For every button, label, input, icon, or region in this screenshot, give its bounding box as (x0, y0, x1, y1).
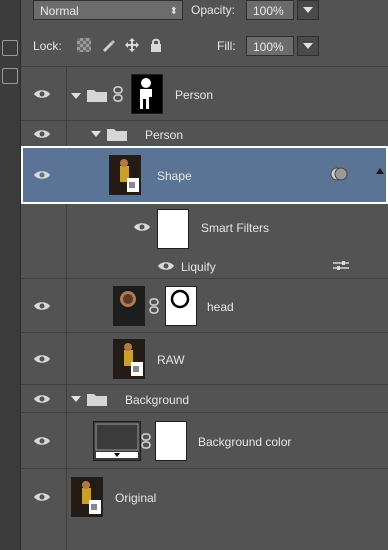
mask-link-icon[interactable] (113, 86, 123, 102)
fill-input[interactable]: 100% (246, 36, 294, 56)
photo-thumbnail-icon (72, 478, 102, 516)
eye-icon[interactable] (33, 353, 51, 365)
expand-arrow-icon[interactable] (71, 93, 81, 99)
lock-image-pixels-icon[interactable] (101, 38, 115, 52)
mask-shape-icon (170, 289, 190, 309)
layer-row-person-group-with-mask[interactable]: Person (21, 66, 388, 120)
layer-name: RAW (157, 353, 185, 367)
vector-mask-thumbnail[interactable] (131, 74, 163, 114)
layer-name: Original (115, 491, 157, 505)
eye-icon[interactable] (33, 491, 51, 503)
layer-row-background-color[interactable]: Background color (21, 412, 388, 468)
layer-thumbnail[interactable] (113, 286, 145, 326)
opacity-input[interactable]: 100% (246, 0, 294, 20)
opacity-label: Opacity: (191, 3, 236, 17)
lock-label: Lock: (33, 39, 62, 53)
layer-row-raw[interactable]: RAW (21, 332, 388, 384)
fill-layer-thumbnail[interactable] (93, 421, 141, 461)
mask-link-icon[interactable] (149, 298, 159, 314)
lock-all-icon[interactable] (149, 38, 163, 52)
chevron-down-icon (303, 7, 313, 13)
folder-icon (107, 129, 127, 141)
eye-icon[interactable] (33, 128, 51, 140)
eye-icon[interactable] (33, 393, 51, 405)
blend-mode-value: Normal (40, 4, 79, 18)
chevron-down-icon (303, 43, 313, 49)
layer-name: Shape (157, 169, 192, 183)
blend-options-icon[interactable] (330, 167, 348, 181)
smart-filter-mask-thumbnail[interactable] (157, 209, 189, 249)
photo-thumbnail-icon (110, 156, 140, 194)
layers-panel: Normal ⬍ Opacity: 100% Lock: Fill: 100% … (21, 0, 388, 550)
layer-row-person-group[interactable]: Person (21, 120, 388, 146)
lock-position-icon[interactable] (125, 38, 139, 52)
layer-name: Person (175, 88, 214, 102)
blend-opacity-row: Normal ⬍ Opacity: 100% (21, 0, 388, 30)
smart-object-thumbnail[interactable] (109, 155, 141, 195)
layer-name: Background (125, 393, 190, 407)
blend-mode-select[interactable]: Normal ⬍ (33, 0, 183, 20)
layer-name: Background color (198, 435, 292, 449)
tool-icon[interactable] (2, 68, 18, 84)
expand-arrow-icon[interactable] (71, 396, 81, 402)
head-thumbnail-icon (120, 291, 136, 307)
eye-icon[interactable] (33, 435, 51, 447)
layer-mask-thumbnail[interactable] (165, 286, 197, 326)
eye-icon[interactable] (133, 221, 151, 233)
opacity-dropdown-button[interactable] (297, 0, 319, 20)
photoshop-layers-screenshot: Normal ⬍ Opacity: 100% Lock: Fill: 100% … (0, 0, 388, 550)
mask-link-icon[interactable] (141, 433, 151, 449)
eye-icon[interactable] (33, 88, 51, 100)
layer-row-shape-selected[interactable]: Shape (21, 146, 388, 204)
scroll-up-icon[interactable] (376, 168, 384, 174)
expand-arrow-icon[interactable] (91, 131, 101, 137)
folder-icon (87, 90, 107, 102)
layers-list: Person Person Shape Smart Filters Liquif… (21, 66, 388, 550)
tools-strip (0, 0, 21, 550)
fill-label: Fill: (217, 39, 236, 53)
lock-fill-row: Lock: Fill: 100% (21, 33, 388, 63)
photo-thumbnail-icon (114, 340, 144, 378)
smart-object-thumbnail[interactable] (71, 477, 103, 517)
lock-transparent-pixels-icon[interactable] (77, 38, 91, 52)
eye-icon[interactable] (33, 169, 51, 181)
filter-options-icon[interactable] (333, 260, 349, 272)
folder-icon (87, 394, 107, 406)
fill-swatch-icon (95, 423, 139, 458)
fill-dropdown-button[interactable] (297, 36, 319, 56)
layer-name: Person (145, 128, 184, 142)
layer-mask-thumbnail[interactable] (155, 421, 187, 461)
layer-row-background-group[interactable]: Background (21, 384, 388, 412)
person-silhouette-icon (140, 78, 152, 109)
layer-row-head[interactable]: head (21, 278, 388, 332)
layer-row-smart-filters[interactable]: Smart Filters (21, 204, 388, 254)
eye-icon[interactable] (33, 300, 51, 312)
layer-name: head (207, 300, 234, 314)
layer-name: Smart Filters (201, 221, 270, 235)
layer-row-original[interactable]: Original (21, 468, 388, 524)
fill-value: 100% (253, 40, 284, 54)
eye-icon[interactable] (157, 260, 175, 272)
layer-name: Liquify (181, 260, 216, 274)
layer-row-liquify[interactable]: Liquify (21, 254, 388, 278)
tool-icon[interactable] (2, 40, 18, 56)
opacity-value: 100% (253, 4, 284, 18)
smart-object-thumbnail[interactable] (113, 339, 145, 379)
select-caret-icon: ⬍ (169, 6, 178, 17)
